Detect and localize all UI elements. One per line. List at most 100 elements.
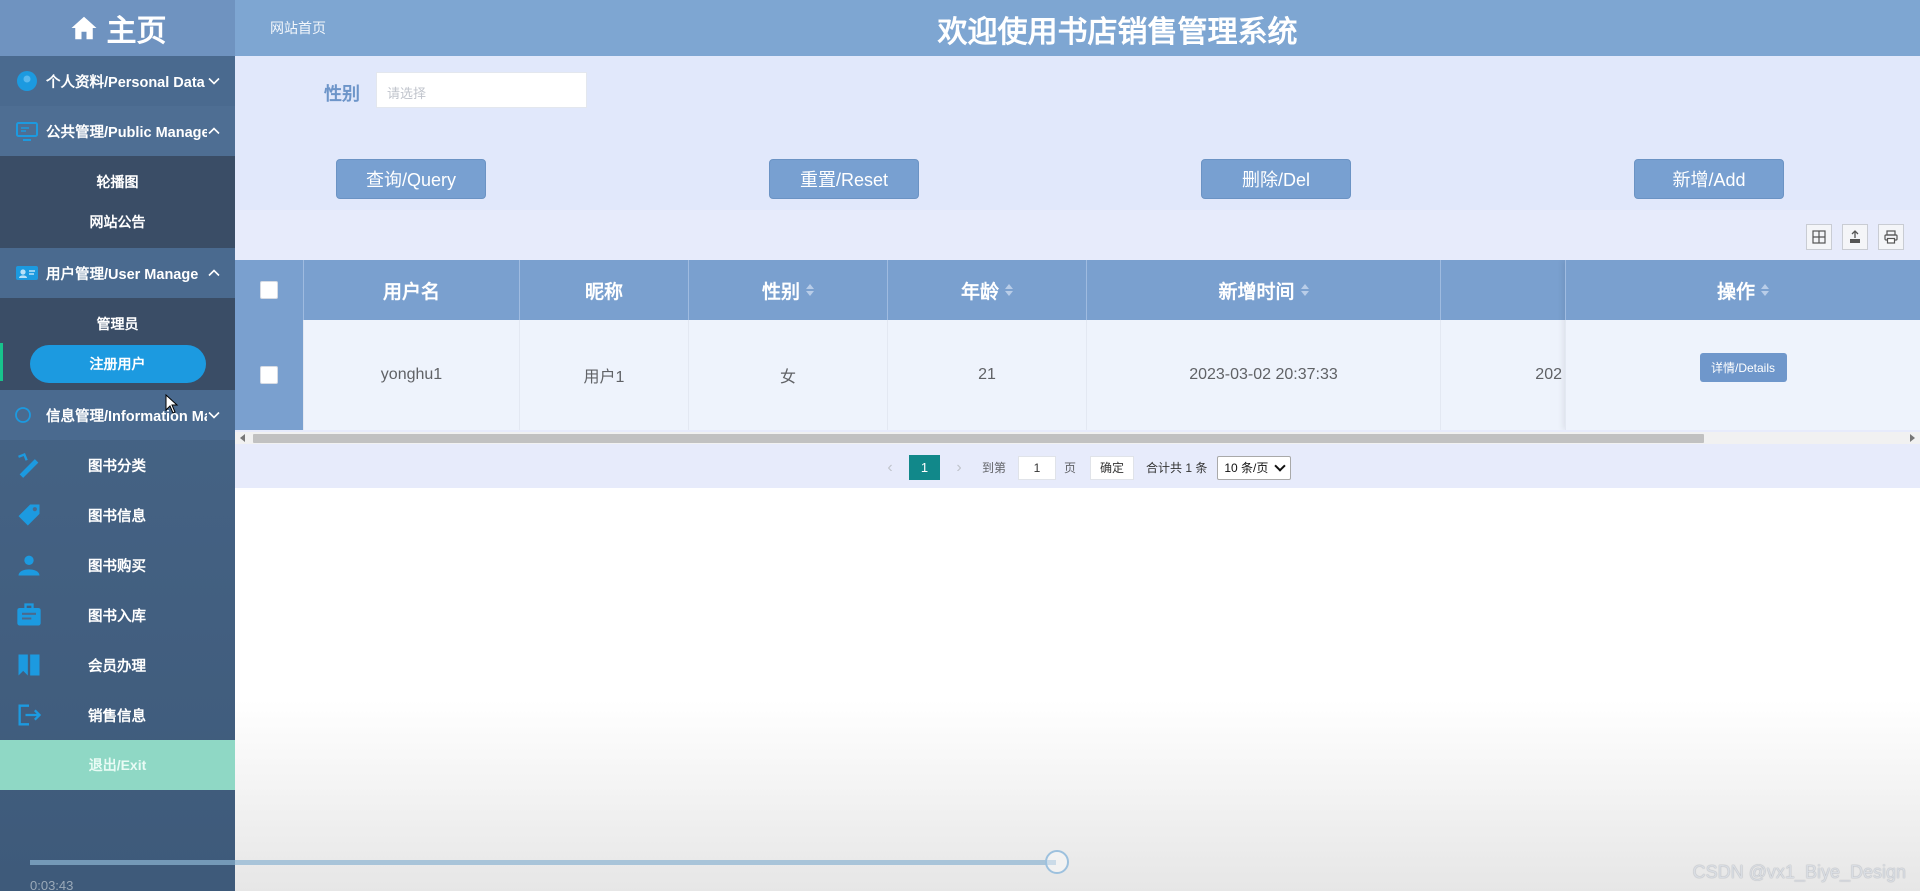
sidebar: 主页 个人资料/Personal Data 公共管理/Public Manage… [0, 0, 235, 891]
chevron-down-icon [1274, 459, 1287, 472]
chevron-down-icon [208, 77, 220, 85]
menu-info-manage[interactable]: 信息管理/Information Manage [0, 390, 235, 440]
col-username: 用户名 [304, 260, 520, 320]
submenu-user: 管理员 注册用户 [0, 298, 235, 390]
horizontal-scrollbar[interactable] [235, 432, 1920, 444]
search-panel: 性别 请选择 查询/Query 重置/Reset 删除/Del 新增/Add [235, 56, 1920, 210]
active-pill: 注册用户 [29, 345, 206, 383]
exit-button[interactable]: 退出/Exit [0, 740, 235, 790]
goto-page-input[interactable]: 1 [1018, 455, 1057, 480]
column-header: 用户名 [382, 281, 440, 303]
menu-user-manage[interactable]: 用户管理/User Manage [0, 248, 235, 298]
column-header: 年龄 [960, 281, 999, 303]
menu-personal-label: 个人资料/Personal Data [46, 74, 205, 91]
scroll-right-icon[interactable] [1910, 434, 1915, 442]
sort-icon[interactable] [1300, 284, 1309, 296]
sidebar-item-book-stockin[interactable]: 图书入库 [0, 590, 235, 640]
column-header: 新增时间 [1218, 281, 1295, 303]
col-age[interactable]: 年龄 [888, 260, 1087, 320]
people-icon [18, 555, 40, 576]
menu-public-manage[interactable]: 公共管理/Public Manage [0, 106, 235, 156]
sidebar-item-label: 图书入库 [88, 608, 146, 625]
scroll-thumb[interactable] [253, 434, 1704, 443]
menu-personal-data[interactable]: 个人资料/Personal Data [0, 56, 235, 106]
cell-age: 21 [888, 320, 1087, 430]
sidebar-item-book-info[interactable]: 图书信息 [0, 490, 235, 540]
delete-button[interactable]: 删除/Del [1201, 159, 1351, 199]
monitor-icon [16, 122, 38, 141]
cell-nickname: 用户1 [520, 320, 689, 430]
video-progress-handle[interactable] [1045, 850, 1069, 874]
prev-page-icon[interactable]: ‹ [879, 459, 901, 477]
pencil-ruler-icon [18, 452, 39, 478]
col-hidden [1441, 260, 1571, 320]
page-size-select[interactable]: 10 条/页 [1217, 455, 1292, 480]
select-all-checkbox[interactable] [260, 281, 278, 299]
video-time: 0:03:43 [30, 878, 74, 891]
goto-label: 到第 [982, 461, 1007, 475]
gender-select[interactable]: 请选择 [376, 72, 587, 108]
sidebar-item-label: 图书信息 [88, 508, 146, 525]
id-card-icon [16, 266, 38, 280]
sidebar-item-label: 图书分类 [88, 458, 146, 475]
sidebar-item-sales-info[interactable]: 销售信息 [0, 690, 235, 740]
sidebar-item-admin[interactable]: 管理员 [0, 304, 235, 344]
sidebar-item-label: 图书购买 [88, 558, 146, 575]
gender-filter-label: 性别 [324, 84, 360, 104]
col-created[interactable]: 新增时间 [1087, 260, 1441, 320]
columns-filter-button[interactable] [1806, 224, 1832, 250]
sidebar-item-label: 会员办理 [88, 658, 146, 675]
top-header: 网站首页 欢迎使用书店销售管理系统 [235, 0, 1920, 56]
home-link[interactable]: 主页 [0, 0, 235, 56]
tag-icon [18, 504, 40, 526]
export-button[interactable] [1842, 224, 1868, 250]
cell-created: 2023-03-02 20:37:33 [1087, 320, 1441, 430]
sort-icon[interactable] [1761, 284, 1769, 296]
submenu-public: 轮播图 网站公告 [0, 156, 235, 248]
printer-icon [1884, 230, 1898, 244]
scroll-left-icon[interactable] [240, 434, 245, 442]
goto-confirm-button[interactable]: 确定 [1090, 455, 1135, 480]
query-button[interactable]: 查询/Query [336, 159, 486, 199]
column-header: 性别 [761, 281, 800, 303]
cell-username: yonghu1 [304, 320, 520, 430]
globe-icon [15, 407, 31, 423]
grid-columns-icon [1812, 230, 1826, 244]
row-checkbox[interactable] [260, 366, 278, 384]
col-gender[interactable]: 性别 [689, 260, 888, 320]
add-button[interactable]: 新增/Add [1634, 159, 1784, 199]
sort-icon[interactable] [1005, 284, 1013, 296]
pagination: ‹ 1 › 到第 1 页 确定 合计共 1 条 10 条/页 [235, 447, 1920, 488]
select-all-cell [235, 260, 304, 320]
page-number-current[interactable]: 1 [909, 455, 940, 480]
sidebar-item-book-purchase[interactable]: 图书购买 [0, 540, 235, 590]
logout-arrow-icon [18, 704, 42, 726]
details-button[interactable]: 详情/Details [1699, 352, 1787, 382]
page-title: 欢迎使用书店销售管理系统 [937, 16, 1298, 49]
mouse-cursor-icon [165, 394, 179, 414]
sidebar-item-registered-user[interactable]: 注册用户 [0, 344, 235, 384]
next-page-icon[interactable]: › [948, 459, 970, 477]
bookmark-icon [18, 654, 40, 676]
col-actions[interactable]: 操作 [1565, 260, 1920, 320]
column-header: 操作 [1716, 281, 1755, 303]
page-size-value: 10 条/页 [1224, 461, 1269, 475]
video-progress-bar[interactable] [30, 860, 1056, 865]
reset-button[interactable]: 重置/Reset [769, 159, 919, 199]
sidebar-item-announcement[interactable]: 网站公告 [0, 202, 235, 242]
chevron-up-icon [208, 127, 220, 135]
col-nickname: 昵称 [520, 260, 689, 320]
page-unit-label: 页 [1064, 461, 1077, 475]
print-button[interactable] [1878, 224, 1904, 250]
watermark: CSDN @vx1_Biye_Design [1692, 862, 1906, 882]
total-count: 合计共 1 条 [1146, 461, 1208, 475]
cell-gender: 女 [689, 320, 888, 430]
active-indicator [0, 343, 3, 381]
row-select-cell [235, 320, 304, 430]
sidebar-item-membership[interactable]: 会员办理 [0, 640, 235, 690]
sidebar-item-book-category[interactable]: 图书分类 [0, 440, 235, 490]
table-toolbar [1806, 224, 1904, 250]
data-table: 用户名 昵称 性别 年龄 新增时间 yonghu1 用户1 女 21 2023-… [235, 260, 1920, 430]
sort-icon[interactable] [806, 284, 814, 296]
sidebar-item-carousel[interactable]: 轮播图 [0, 162, 235, 202]
